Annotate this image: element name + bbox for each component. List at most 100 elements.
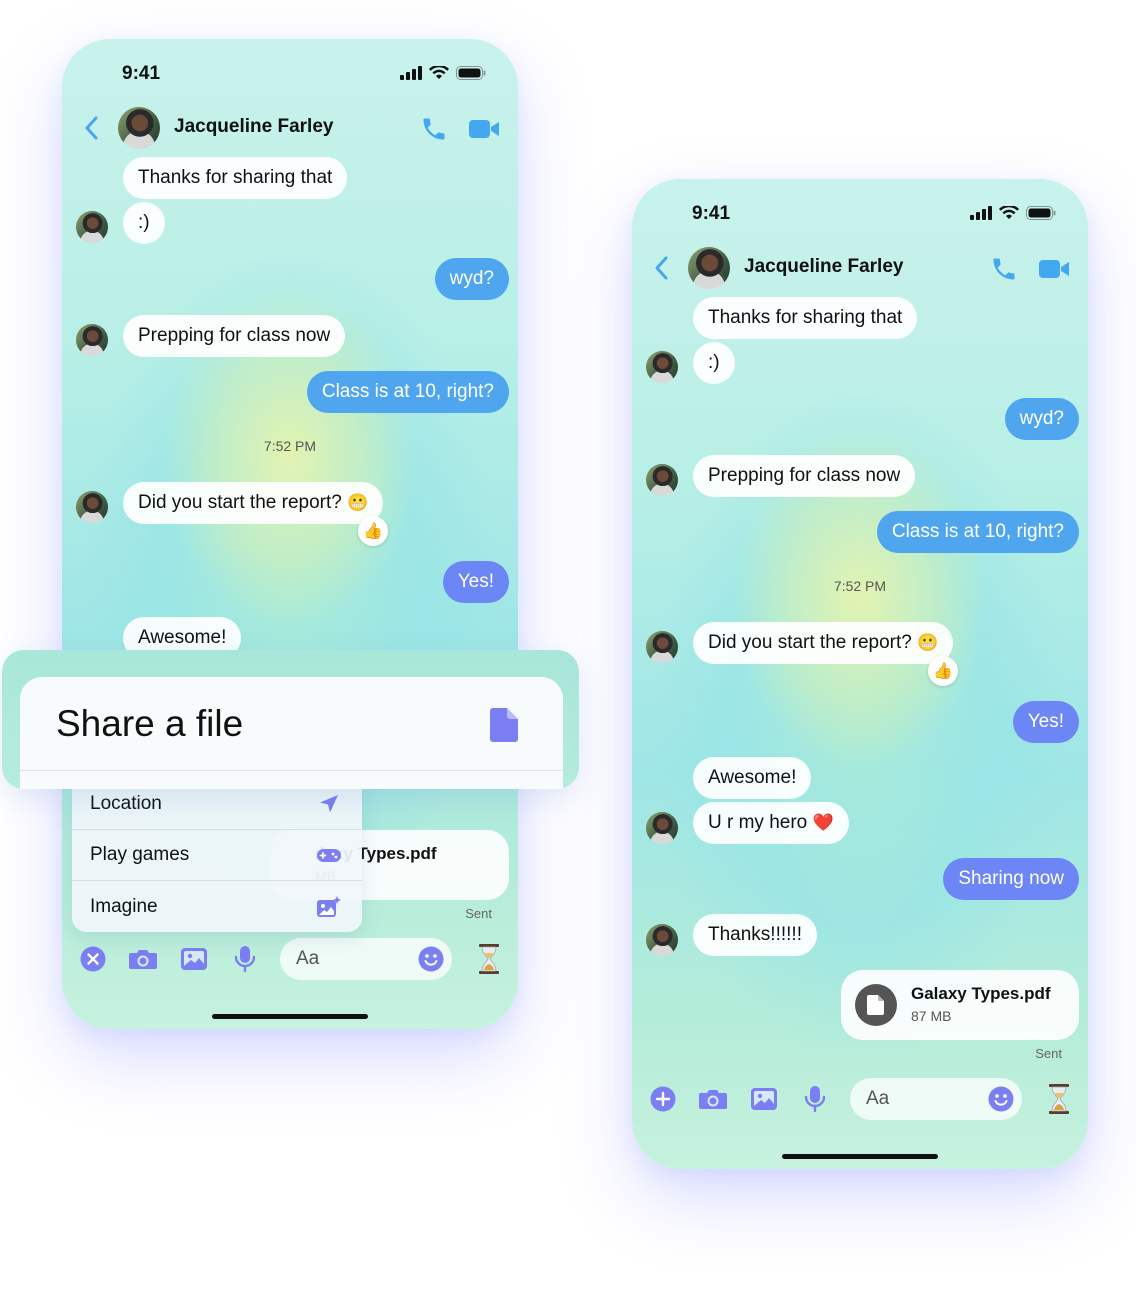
message-incoming: Thanks!!!!!! — [693, 914, 817, 956]
signal-icon — [400, 66, 422, 80]
gamepad-icon — [317, 849, 341, 862]
close-icon — [80, 946, 106, 972]
sender-avatar — [646, 924, 678, 956]
wifi-icon — [429, 66, 449, 79]
menu-item-label: Location — [90, 793, 162, 814]
sender-avatar — [76, 491, 108, 523]
menu-item-imagine[interactable]: Imagine — [72, 882, 362, 932]
image-icon — [181, 948, 207, 970]
home-indicator — [782, 1154, 938, 1159]
battery-icon — [456, 66, 486, 80]
divider — [20, 770, 563, 771]
message-outgoing: Yes! — [1012, 701, 1079, 743]
chat-header: Jacqueline Farley — [62, 105, 518, 151]
sender-avatar — [646, 631, 678, 663]
video-call-icon[interactable] — [1038, 257, 1070, 281]
close-menu-button[interactable] — [78, 944, 108, 974]
contact-avatar[interactable] — [688, 247, 730, 289]
message-incoming: :) — [693, 342, 735, 384]
thumbs-up-reaction[interactable]: 👍 — [358, 516, 388, 546]
sent-status: Sent — [1035, 1046, 1062, 1061]
phone-call-icon[interactable] — [990, 255, 1018, 283]
file-attachment-card[interactable]: Galaxy Types.pdf 87 MB — [841, 970, 1079, 1040]
menu-item-label: Imagine — [90, 896, 158, 917]
message-outgoing: wyd? — [1004, 398, 1079, 440]
message-outgoing: Class is at 10, right? — [306, 371, 509, 413]
message-incoming: Did you start the report? 😬 — [693, 622, 954, 664]
thumbs-up-reaction[interactable]: 👍 — [928, 656, 958, 686]
document-icon — [867, 995, 884, 1015]
contact-name[interactable]: Jacqueline Farley — [174, 116, 333, 138]
menu-item-label: Play games — [90, 844, 190, 865]
sender-avatar — [646, 812, 678, 844]
status-icons — [400, 66, 486, 80]
sender-avatar — [76, 211, 108, 243]
plus-icon — [650, 1086, 676, 1112]
file-size: 87 MB — [911, 1008, 952, 1024]
camera-button[interactable] — [698, 1084, 728, 1114]
add-attachment-button[interactable] — [648, 1084, 678, 1114]
grimace-emoji: 😬 — [917, 633, 939, 652]
heart-emoji: ❤️ — [812, 813, 834, 832]
message-incoming: Thanks for sharing that — [123, 157, 348, 199]
message-text: U r my hero — [708, 812, 808, 833]
message-incoming: Prepping for class now — [693, 455, 916, 497]
hourglass-icon[interactable] — [1048, 1083, 1070, 1115]
battery-icon — [1026, 206, 1056, 220]
microphone-button[interactable] — [800, 1084, 830, 1114]
status-icons — [970, 206, 1056, 220]
contact-name[interactable]: Jacqueline Farley — [744, 256, 903, 278]
phone-call-icon[interactable] — [420, 115, 448, 143]
camera-button[interactable] — [128, 944, 158, 974]
message-input-placeholder: Aa — [866, 1088, 890, 1109]
menu-divider — [72, 880, 362, 881]
sent-status: Sent — [465, 906, 492, 921]
camera-icon — [699, 1090, 727, 1109]
camera-icon — [129, 950, 157, 969]
chat-header: Jacqueline Farley — [632, 245, 1088, 291]
share-file-option[interactable]: Share a file — [20, 677, 563, 789]
back-icon[interactable] — [82, 115, 102, 141]
message-outgoing: wyd? — [434, 258, 509, 300]
back-icon[interactable] — [652, 255, 672, 281]
message-input[interactable]: Aa — [850, 1078, 1022, 1120]
message-outgoing: Yes! — [442, 561, 509, 603]
hourglass-icon[interactable] — [478, 943, 500, 975]
message-timestamp: 7:52 PM — [833, 578, 887, 594]
message-incoming: Awesome! — [693, 757, 812, 799]
message-text: Did you start the report? — [138, 492, 342, 513]
sender-avatar — [646, 464, 678, 496]
signal-icon — [970, 206, 992, 220]
share-file-panel: Share a file — [2, 650, 579, 789]
image-icon — [751, 1088, 777, 1110]
microphone-icon — [804, 1086, 826, 1113]
menu-item-play-games[interactable]: Play games — [72, 830, 362, 880]
video-call-icon[interactable] — [468, 117, 500, 141]
message-input[interactable]: Aa — [280, 938, 452, 980]
contact-avatar[interactable] — [118, 107, 160, 149]
message-text: Did you start the report? — [708, 632, 912, 653]
emoji-icon[interactable] — [418, 946, 444, 972]
message-incoming: Did you start the report? 😬 — [123, 482, 384, 524]
location-arrow-icon — [320, 795, 338, 813]
share-file-title: Share a file — [56, 703, 244, 744]
status-time: 9:41 — [692, 203, 731, 224]
attach-menu: Location Play games Imagine — [72, 789, 362, 932]
message-timestamp: 7:52 PM — [263, 438, 317, 454]
microphone-button[interactable] — [230, 944, 260, 974]
ai-image-icon — [317, 896, 341, 917]
status-time: 9:41 — [122, 63, 161, 84]
grimace-emoji: 😬 — [347, 493, 369, 512]
emoji-icon[interactable] — [988, 1086, 1014, 1112]
message-incoming: U r my hero ❤️ — [693, 802, 849, 844]
wifi-icon — [999, 206, 1019, 219]
file-name: Galaxy Types.pdf — [911, 984, 1051, 1003]
message-incoming: :) — [123, 202, 165, 244]
home-indicator — [212, 1014, 368, 1019]
gallery-button[interactable] — [179, 944, 209, 974]
phone-right: 9:41 Jacqueline Farley Thanks for sharin… — [632, 179, 1088, 1169]
file-icon-circle — [855, 984, 897, 1026]
document-icon — [490, 708, 518, 742]
gallery-button[interactable] — [749, 1084, 779, 1114]
message-outgoing: Class is at 10, right? — [876, 511, 1079, 553]
